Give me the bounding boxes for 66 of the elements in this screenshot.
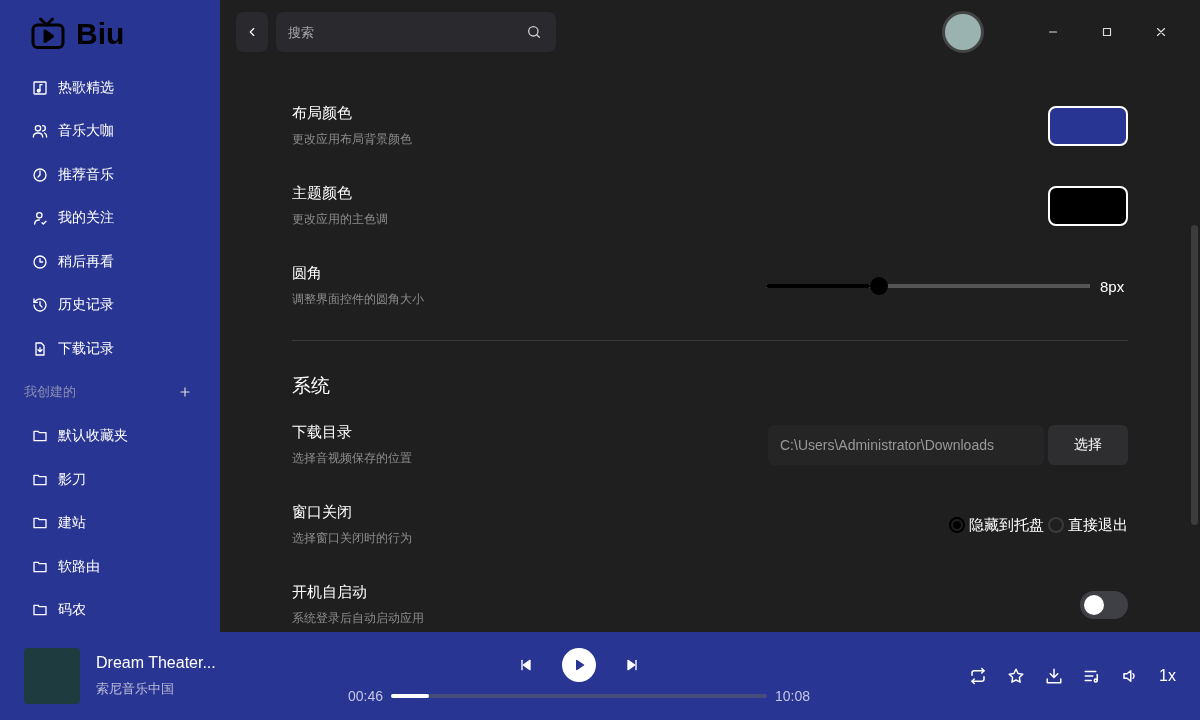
track-artist: 索尼音乐中国 — [96, 680, 175, 698]
speed-button[interactable]: 1x — [1159, 667, 1176, 685]
close-icon — [1154, 25, 1168, 39]
file-download-icon — [32, 340, 48, 357]
elapsed-time: 00:46 — [348, 688, 384, 704]
setting-title: 布局颜色 — [292, 104, 353, 123]
plus-icon — [178, 385, 192, 400]
path-field[interactable]: C:\Users\Administrator\Downloads — [768, 425, 1044, 465]
playlist-item[interactable]: 软路由 — [0, 544, 220, 589]
setting-description: 系统登录后自动启动应用 — [292, 610, 424, 627]
track-title: Dream Theater... — [96, 654, 217, 672]
choose-button[interactable]: 选择 — [1048, 425, 1128, 465]
setting-title: 圆角 — [292, 264, 323, 283]
scrollbar[interactable] — [1191, 225, 1198, 525]
toggle-switch[interactable] — [1080, 591, 1128, 619]
nav-item[interactable]: 热歌精选 — [0, 66, 220, 110]
user-check-icon — [32, 210, 48, 227]
download-button[interactable] — [1045, 667, 1064, 685]
clock-dial-icon — [32, 166, 48, 183]
setting-description: 更改应用布局背景颜色 — [292, 131, 412, 148]
nav-item[interactable]: 推荐音乐 — [0, 153, 220, 197]
setting-title: 下载目录 — [292, 423, 353, 442]
setting-description: 调整界面控件的圆角大小 — [292, 291, 424, 308]
setting-description: 更改应用的主色调 — [292, 211, 388, 228]
users-icon — [32, 123, 48, 140]
repeat-icon — [969, 667, 988, 685]
app-logo-text: Biu — [76, 17, 125, 51]
setting-description: 选择窗口关闭时的行为 — [292, 530, 412, 547]
setting-title: 窗口关闭 — [292, 503, 353, 522]
nav-item[interactable]: 音乐大咖 — [0, 109, 220, 154]
color-swatch[interactable] — [1048, 186, 1128, 226]
playlist-item[interactable]: 影刀 — [0, 457, 220, 502]
folder-icon — [32, 428, 48, 444]
slider-thumb[interactable] — [870, 277, 889, 295]
maximize-icon — [1100, 25, 1114, 39]
setting-description: 选择音视频保存的位置 — [292, 450, 412, 467]
radio-option[interactable]: 隐藏到托盘 — [949, 515, 1044, 535]
download-icon — [1045, 667, 1064, 685]
repeat-button[interactable] — [969, 667, 988, 685]
radio-option[interactable]: 直接退出 — [1048, 515, 1128, 535]
setting-title: 开机自启动 — [292, 583, 368, 602]
nav-item[interactable]: 历史记录 — [0, 283, 220, 328]
search-field[interactable]: 搜索 — [276, 12, 556, 52]
playlist-item[interactable]: 默认收藏夹 — [0, 414, 220, 458]
tv-icon — [30, 16, 66, 52]
playlist-item[interactable]: 码农 — [0, 588, 220, 632]
play-button[interactable] — [562, 648, 597, 682]
cover-placeholder — [24, 648, 80, 704]
avatar[interactable] — [942, 11, 984, 53]
star-icon — [1007, 667, 1026, 685]
setting-title: 主题颜色 — [292, 184, 353, 203]
nav-item[interactable]: 稍后再看 — [0, 240, 220, 284]
clock-icon — [32, 253, 48, 270]
color-swatch[interactable] — [1048, 106, 1128, 146]
favorite-button[interactable] — [1007, 667, 1026, 685]
slider-value: 8px — [1100, 277, 1126, 295]
playlist-item[interactable]: 建站 — [0, 501, 220, 545]
section-heading: 系统 — [292, 374, 331, 398]
total-time: 10:08 — [775, 688, 811, 704]
music-note-icon — [32, 79, 48, 96]
section-label: 我创建的 — [24, 383, 76, 402]
search-icon — [526, 24, 542, 40]
nav-item[interactable]: 我的关注 — [0, 196, 220, 241]
nav-item[interactable]: 下载记录 — [0, 327, 220, 371]
history-icon — [32, 297, 48, 314]
add-button[interactable] — [178, 385, 192, 400]
